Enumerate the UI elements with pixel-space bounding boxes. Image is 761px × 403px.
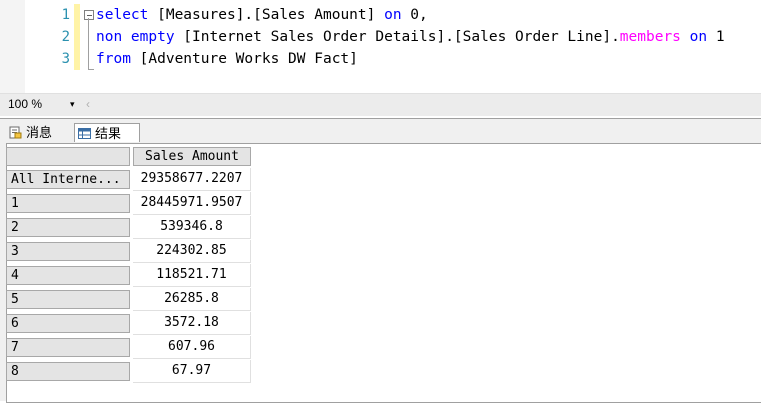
grid-cell[interactable]: 3572.18 xyxy=(133,312,251,335)
change-marker xyxy=(74,4,80,26)
row-header[interactable]: 7 xyxy=(6,338,130,357)
query-editor[interactable]: 1 select [Measures].[Sales Amount] on 0,… xyxy=(0,0,761,93)
zoom-value: 100 % xyxy=(8,97,43,111)
change-marker xyxy=(74,48,80,70)
grid-cell[interactable]: 224302.85 xyxy=(133,240,251,263)
row-header[interactable]: 8 xyxy=(6,362,130,381)
collapse-icon[interactable] xyxy=(84,10,94,20)
grid-icon xyxy=(78,128,91,139)
code-text[interactable]: non empty [Internet Sales Order Details]… xyxy=(96,26,725,48)
row-header[interactable]: 2 xyxy=(6,218,130,237)
row-header[interactable]: 5 xyxy=(6,290,130,309)
tab-messages[interactable]: 消息 xyxy=(6,123,70,142)
grid-cell[interactable]: 28445971.9507 xyxy=(133,192,251,215)
tab-results-label: 结果 xyxy=(95,126,122,141)
grid-cell[interactable]: 607.96 xyxy=(133,336,251,359)
scroll-left-icon[interactable]: ‹ xyxy=(86,96,90,113)
row-header[interactable]: 4 xyxy=(6,266,130,285)
grid-cell[interactable]: 26285.8 xyxy=(133,288,251,311)
column-header-sales-amount[interactable]: Sales Amount xyxy=(133,147,251,166)
grid-cell[interactable]: 118521.71 xyxy=(133,264,251,287)
zoom-bar: 100 % ▾ ‹ xyxy=(0,93,761,116)
code-line-2: 2 non empty [Internet Sales Order Detail… xyxy=(0,26,761,48)
zoom-dropdown[interactable]: 100 % ▾ xyxy=(4,96,78,113)
code-text[interactable]: from [Adventure Works DW Fact] xyxy=(96,48,358,70)
code-line-1: 1 select [Measures].[Sales Amount] on 0, xyxy=(0,4,761,26)
messages-icon xyxy=(9,126,22,139)
row-header[interactable]: 6 xyxy=(6,314,130,333)
grid-cell[interactable]: 539346.8 xyxy=(133,216,251,239)
chevron-down-icon[interactable]: ▾ xyxy=(70,96,75,113)
change-marker xyxy=(74,26,80,48)
grid-cell[interactable]: 67.97 xyxy=(133,360,251,383)
line-number: 3 xyxy=(61,51,70,67)
tab-results[interactable]: 结果 xyxy=(74,123,140,142)
tab-messages-label: 消息 xyxy=(26,125,53,140)
grid-cell[interactable]: 29358677.2207 xyxy=(133,168,251,191)
row-header[interactable]: 1 xyxy=(6,194,130,213)
code-line-3: 3 from [Adventure Works DW Fact] xyxy=(0,48,761,70)
line-number: 1 xyxy=(61,7,70,23)
code-text[interactable]: select [Measures].[Sales Amount] on 0, xyxy=(96,4,428,26)
line-number: 2 xyxy=(61,29,70,45)
row-header[interactable]: All Interne... xyxy=(6,170,130,189)
corner-header[interactable] xyxy=(6,147,130,166)
row-header[interactable]: 3 xyxy=(6,242,130,261)
